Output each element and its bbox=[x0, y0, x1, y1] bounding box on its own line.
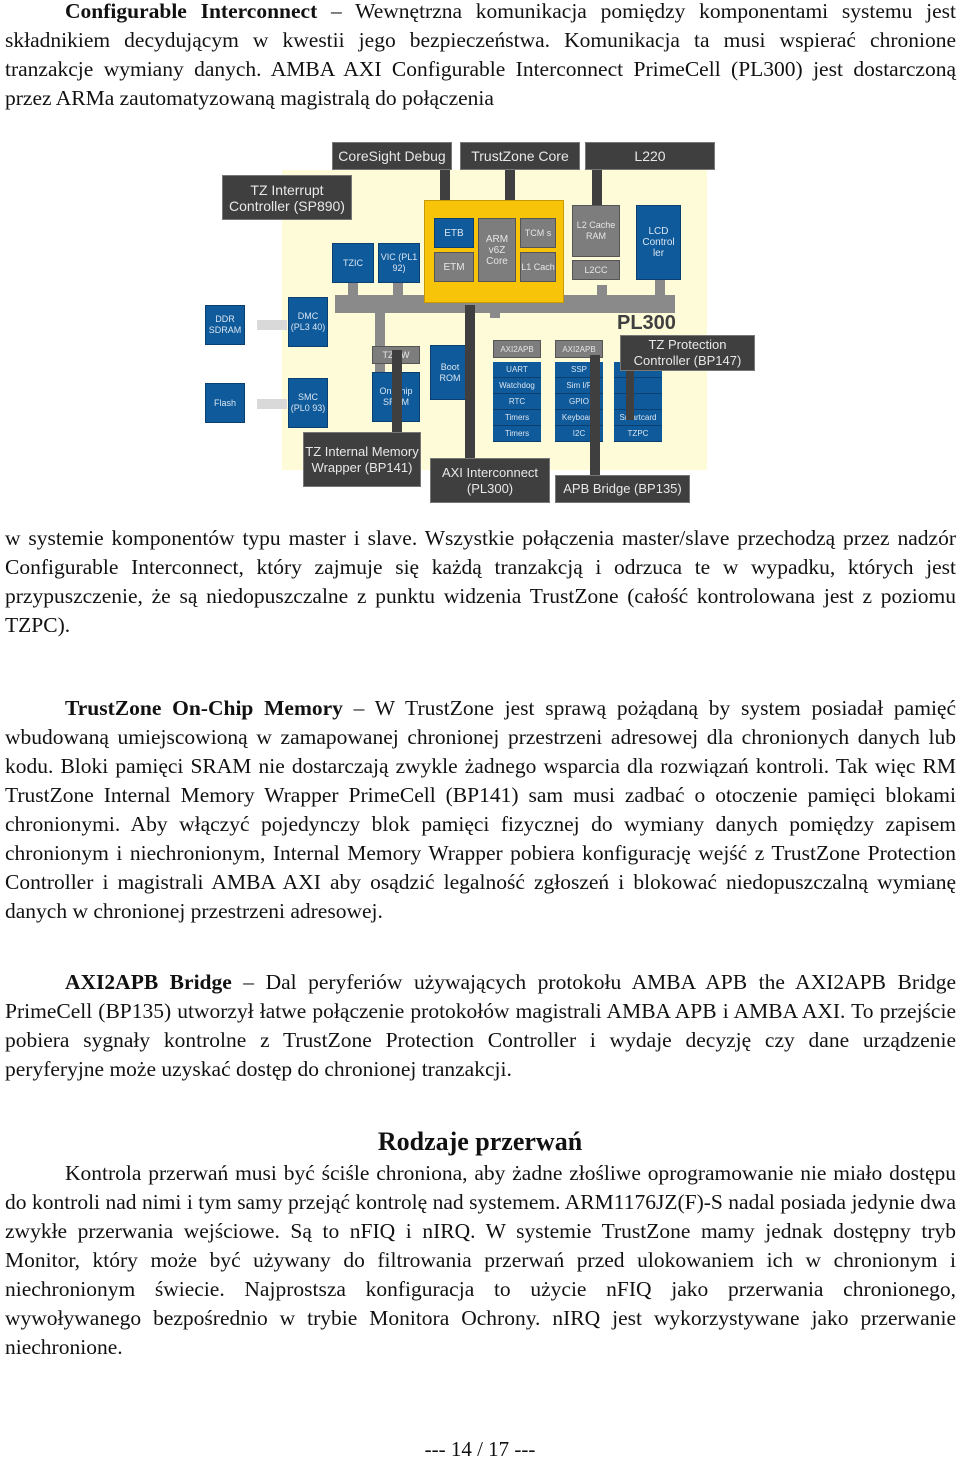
term-onchip-memory: TrustZone On-Chip Memory bbox=[65, 696, 343, 720]
block-tcm: TCM s bbox=[520, 218, 556, 248]
block-tzic: TZIC bbox=[332, 243, 374, 283]
paragraph-text: – W TrustZone jest sprawą pożądaną by sy… bbox=[5, 696, 957, 923]
peripheral-item bbox=[614, 378, 662, 394]
term-configurable-interconnect: Configurable Interconnect bbox=[65, 0, 318, 23]
paragraph-interrupts: Kontrola przerwań musi być ściśle chroni… bbox=[5, 1161, 956, 1359]
flash-link bbox=[257, 399, 287, 409]
peripheral-item: Timers bbox=[493, 426, 541, 442]
block-ddr-sdram: DDR SDRAM bbox=[205, 305, 245, 345]
bus-branch bbox=[490, 303, 500, 318]
term-axi2apb-bridge: AXI2APB Bridge bbox=[65, 970, 232, 994]
callout-apb-bridge: APB Bridge (BP135) bbox=[555, 475, 690, 503]
peripheral-item: RTC bbox=[493, 394, 541, 410]
block-lcd-controller: LCD Control ler bbox=[636, 205, 681, 280]
peripheral-stack-1: UART Watchdog RTC Timers Timers bbox=[493, 362, 541, 442]
paragraph-onchip-memory: TrustZone On-Chip Memory – W TrustZone j… bbox=[5, 694, 956, 926]
arrow-icon bbox=[392, 350, 402, 435]
page-number: --- 14 / 17 --- bbox=[424, 1437, 536, 1461]
callout-l220: L220 bbox=[585, 142, 715, 170]
block-smc: SMC (PL0 93) bbox=[288, 378, 328, 428]
callout-tz-memory-wrapper: TZ Internal Memory Wrapper (BP141) bbox=[303, 432, 421, 487]
block-etb: ETB bbox=[434, 218, 474, 248]
callout-axi-interconnect: AXI Interconnect (PL300) bbox=[430, 458, 550, 503]
callout-coresight-debug: CoreSight Debug bbox=[332, 142, 452, 170]
block-dmc: DMC (PL3 40) bbox=[288, 297, 328, 347]
peripheral-item: Timers bbox=[493, 410, 541, 426]
peripheral-item: TZPC bbox=[614, 426, 662, 442]
trustzone-soc-diagram: PL300 CoreSight Debug TrustZone Core L22… bbox=[200, 140, 755, 510]
block-l2-cache-ram: L2 Cache RAM bbox=[572, 205, 620, 257]
peripheral-stack-3: Smartcard TZPC bbox=[614, 362, 662, 442]
callout-tz-protection-controller: TZ Protection Controller (BP147) bbox=[620, 335, 755, 371]
callout-tz-interrupt-controller: TZ Interrupt Controller (SP890) bbox=[222, 175, 352, 220]
arrow-icon bbox=[465, 305, 475, 465]
paragraph-continuation: w systemie komponentów typu master i sla… bbox=[5, 526, 956, 637]
bus-label: PL300 bbox=[617, 312, 676, 334]
callout-trustzone-core: TrustZone Core bbox=[460, 142, 580, 170]
block-boot-rom: Boot ROM bbox=[430, 345, 470, 400]
bus-branch bbox=[597, 285, 607, 300]
peripheral-item: Smartcard bbox=[614, 410, 662, 426]
block-l1-cache: L1 Cach bbox=[520, 252, 556, 282]
paragraph-configurable-interconnect: Configurable Interconnect – Wewnętrzna k… bbox=[5, 0, 956, 113]
ddr-link bbox=[257, 320, 287, 330]
section-heading: Rodzaje przerwań bbox=[377, 1127, 583, 1156]
block-vic: VIC (PL1 92) bbox=[378, 243, 420, 283]
peripheral-item: Watchdog bbox=[493, 378, 541, 394]
paragraph-axi2apb-bridge: AXI2APB Bridge – Dal peryferiów używając… bbox=[5, 968, 956, 1084]
peripheral-item bbox=[614, 394, 662, 410]
block-etm: ETM bbox=[434, 252, 474, 282]
arrow-icon bbox=[590, 355, 600, 480]
block-axi2apb-1: AXI2APB bbox=[493, 340, 541, 358]
block-arm-core: ARM v6Z Core bbox=[478, 218, 516, 282]
block-flash: Flash bbox=[205, 383, 245, 423]
peripheral-item: UART bbox=[493, 362, 541, 378]
block-l2cc: L2CC bbox=[572, 260, 620, 280]
bus-branch bbox=[655, 280, 665, 298]
